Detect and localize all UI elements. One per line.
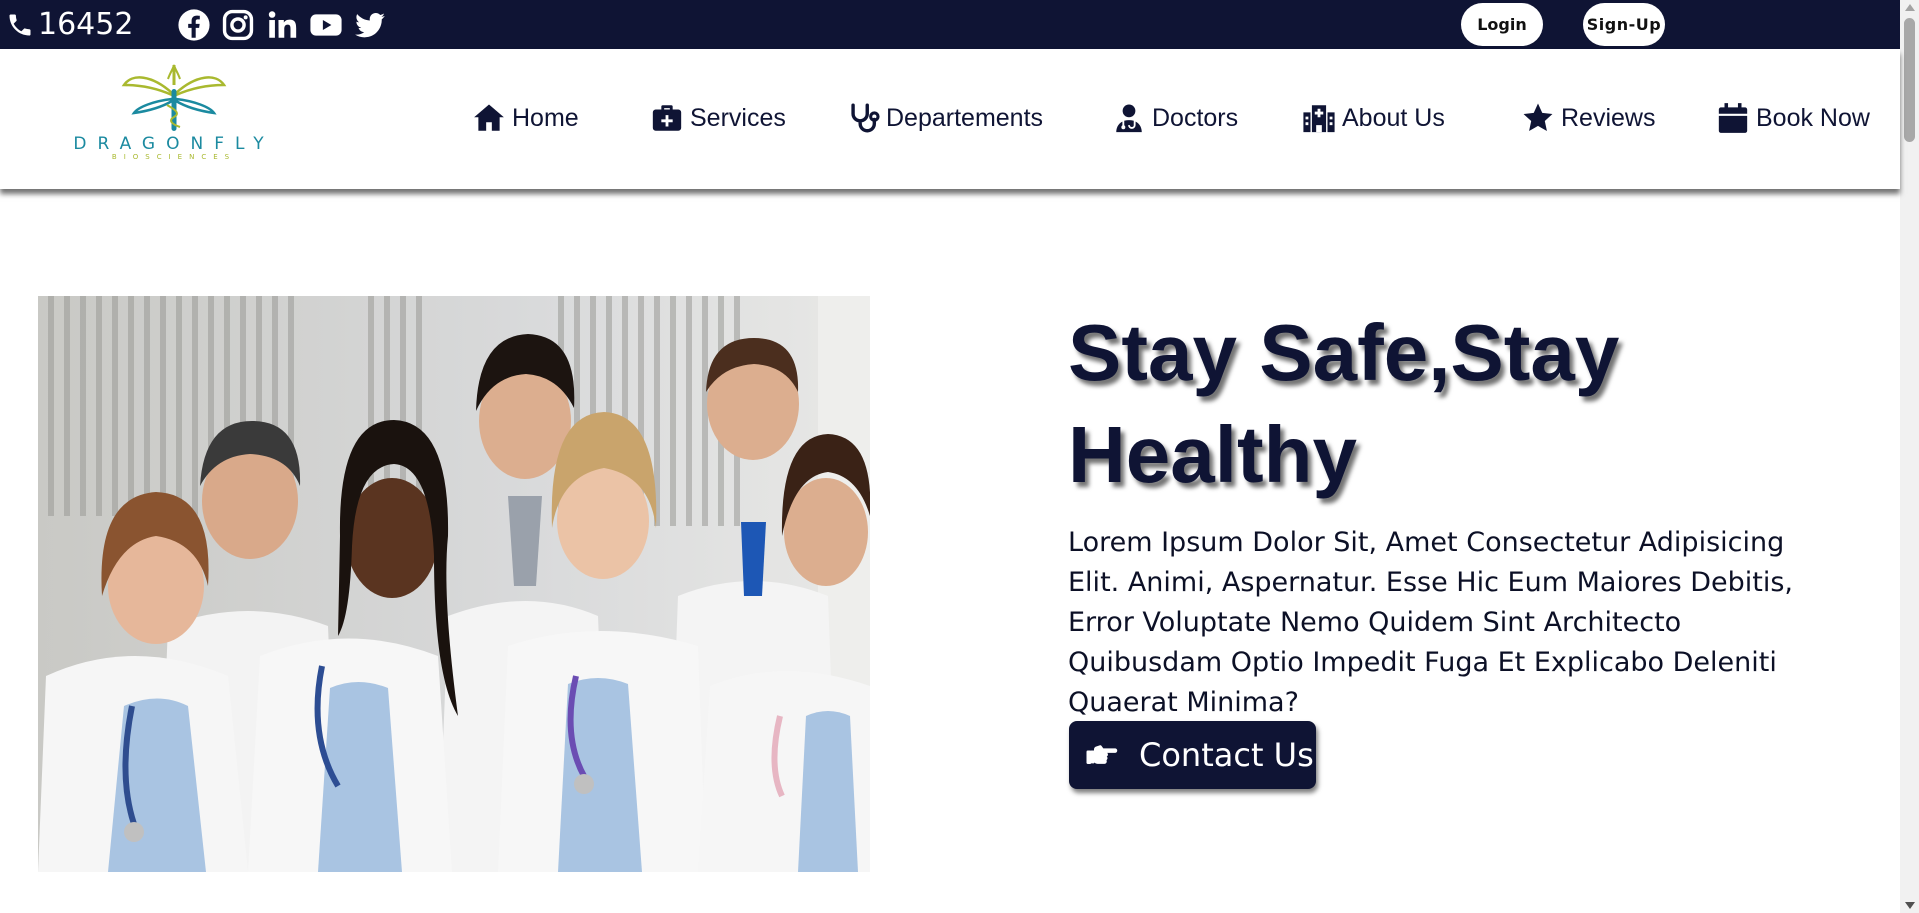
user-doctor-icon	[1116, 104, 1142, 133]
scroll-thumb[interactable]	[1904, 18, 1915, 142]
house-icon	[474, 104, 504, 131]
nav-label-about-us: About Us	[1342, 103, 1445, 132]
hero-description: Lorem Ipsum Dolor Sit, Amet Consectetur …	[1068, 527, 1794, 718]
nav-label-departements: Departements	[886, 103, 1044, 132]
youtube-icon[interactable]	[307, 6, 345, 44]
phone-number-text: 16452	[38, 7, 134, 42]
logo-tagline: BIOSCIENCES	[111, 153, 237, 161]
main-navbar: DRAGONFLY BIOSCIENCES Home Services Depa…	[0, 49, 1900, 189]
contact-us-label: Contact Us	[1139, 736, 1314, 774]
social-links	[175, 6, 389, 44]
hero-doctors-image	[38, 296, 870, 872]
linkedin-icon[interactable]	[263, 6, 301, 44]
hand-point-right-icon	[1086, 745, 1118, 764]
page-scrollbar[interactable]	[1900, 0, 1919, 913]
nav-item-services[interactable]: Services	[650, 98, 786, 138]
twitter-icon[interactable]	[351, 6, 389, 44]
nav-label-reviews: Reviews	[1561, 103, 1656, 132]
instagram-icon[interactable]	[219, 6, 257, 44]
contact-us-button[interactable]: Contact Us	[1069, 721, 1316, 789]
stethoscope-icon	[851, 103, 880, 133]
dragonfly-icon	[121, 64, 227, 131]
scroll-down-arrow-icon[interactable]	[1905, 902, 1915, 909]
login-button[interactable]: Login	[1461, 3, 1543, 46]
facebook-icon[interactable]	[175, 6, 213, 44]
nav-label-book-now: Book Now	[1756, 103, 1870, 132]
nav-item-book-now[interactable]: Book Now	[1716, 98, 1870, 138]
hero-title: Stay Safe,Stay Healthy	[1068, 308, 1620, 499]
calendar-icon	[1718, 103, 1748, 133]
nav-label-home: Home	[512, 103, 579, 132]
nav-label-doctors: Doctors	[1152, 103, 1239, 132]
nav-item-home[interactable]: Home	[472, 98, 579, 138]
nav-item-about-us[interactable]: About Us	[1302, 98, 1445, 138]
hospital-icon	[1303, 105, 1335, 133]
nav-item-doctors[interactable]: Doctors	[1112, 98, 1238, 138]
star-icon	[1523, 103, 1553, 132]
nav-item-departements[interactable]: Departements	[846, 98, 1043, 138]
dragonfly-logo[interactable]: DRAGONFLY BIOSCIENCES	[54, 55, 294, 163]
phone-number[interactable]: 16452	[6, 7, 133, 42]
logo-wordmark: DRAGONFLY	[73, 134, 275, 154]
nav-item-reviews[interactable]: Reviews	[1521, 98, 1655, 138]
top-bar: 16452 Login Sign-Up	[0, 0, 1900, 49]
medkit-icon	[652, 105, 682, 131]
signup-button[interactable]: Sign-Up	[1583, 3, 1665, 46]
nav-label-services: Services	[690, 103, 786, 132]
phone-icon	[9, 14, 31, 35]
scroll-up-arrow-icon[interactable]	[1905, 4, 1915, 11]
